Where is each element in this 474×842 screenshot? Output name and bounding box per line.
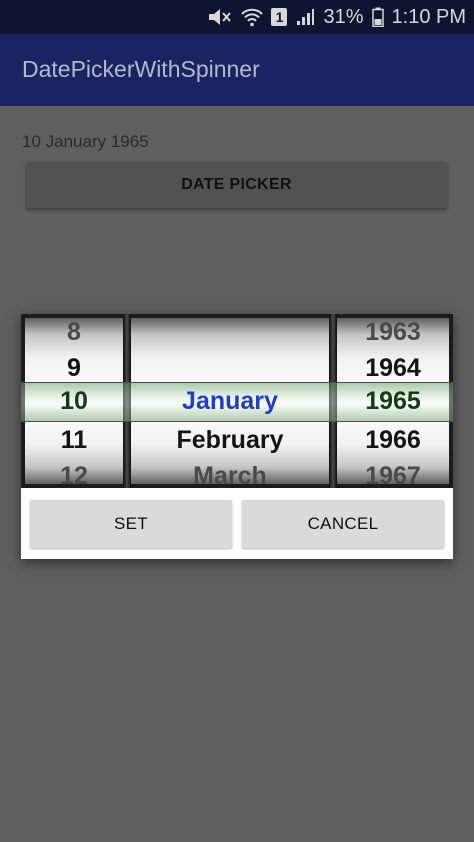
- selected-date-text: 10 January 1965: [22, 132, 149, 151]
- year-option[interactable]: 1967: [337, 458, 449, 484]
- day-option[interactable]: 8: [25, 318, 123, 350]
- mute-icon: [207, 7, 233, 27]
- app-title: DatePickerWithSpinner: [22, 56, 260, 82]
- year-option[interactable]: 1963: [337, 318, 449, 350]
- battery-percent: 31%: [323, 5, 364, 28]
- battery-icon: [371, 7, 384, 27]
- spinner-picker: 8 9 11 12 February March 1963 1964 1966 …: [21, 314, 453, 488]
- cancel-button[interactable]: CANCEL: [242, 500, 444, 548]
- date-picker-dialog: 8 9 11 12 February March 1963 1964 1966 …: [21, 314, 453, 559]
- sim-1-icon: 1: [271, 8, 288, 26]
- day-option[interactable]: 9: [25, 350, 123, 386]
- selected-day[interactable]: 10: [25, 382, 123, 420]
- status-bar: 1 31% 1:10 PM: [0, 0, 474, 34]
- selected-month[interactable]: January: [131, 382, 329, 420]
- month-option[interactable]: [131, 318, 329, 350]
- year-option[interactable]: 1966: [337, 422, 449, 458]
- wifi-icon: [241, 7, 264, 27]
- year-option[interactable]: 1964: [337, 350, 449, 386]
- clock: 1:10 PM: [391, 5, 466, 28]
- day-option[interactable]: 12: [25, 458, 123, 484]
- status-icons: 1 31% 1:10 PM: [207, 0, 466, 34]
- date-picker-button[interactable]: DATE PICKER: [26, 162, 447, 208]
- signal-icon: [295, 7, 315, 27]
- month-option[interactable]: February: [131, 422, 329, 458]
- app-bar: DatePickerWithSpinner: [0, 34, 474, 106]
- month-option[interactable]: [131, 350, 329, 386]
- day-option[interactable]: 11: [25, 422, 123, 458]
- set-button[interactable]: SET: [30, 500, 232, 548]
- selected-year[interactable]: 1965: [337, 382, 449, 420]
- month-option[interactable]: March: [131, 458, 329, 484]
